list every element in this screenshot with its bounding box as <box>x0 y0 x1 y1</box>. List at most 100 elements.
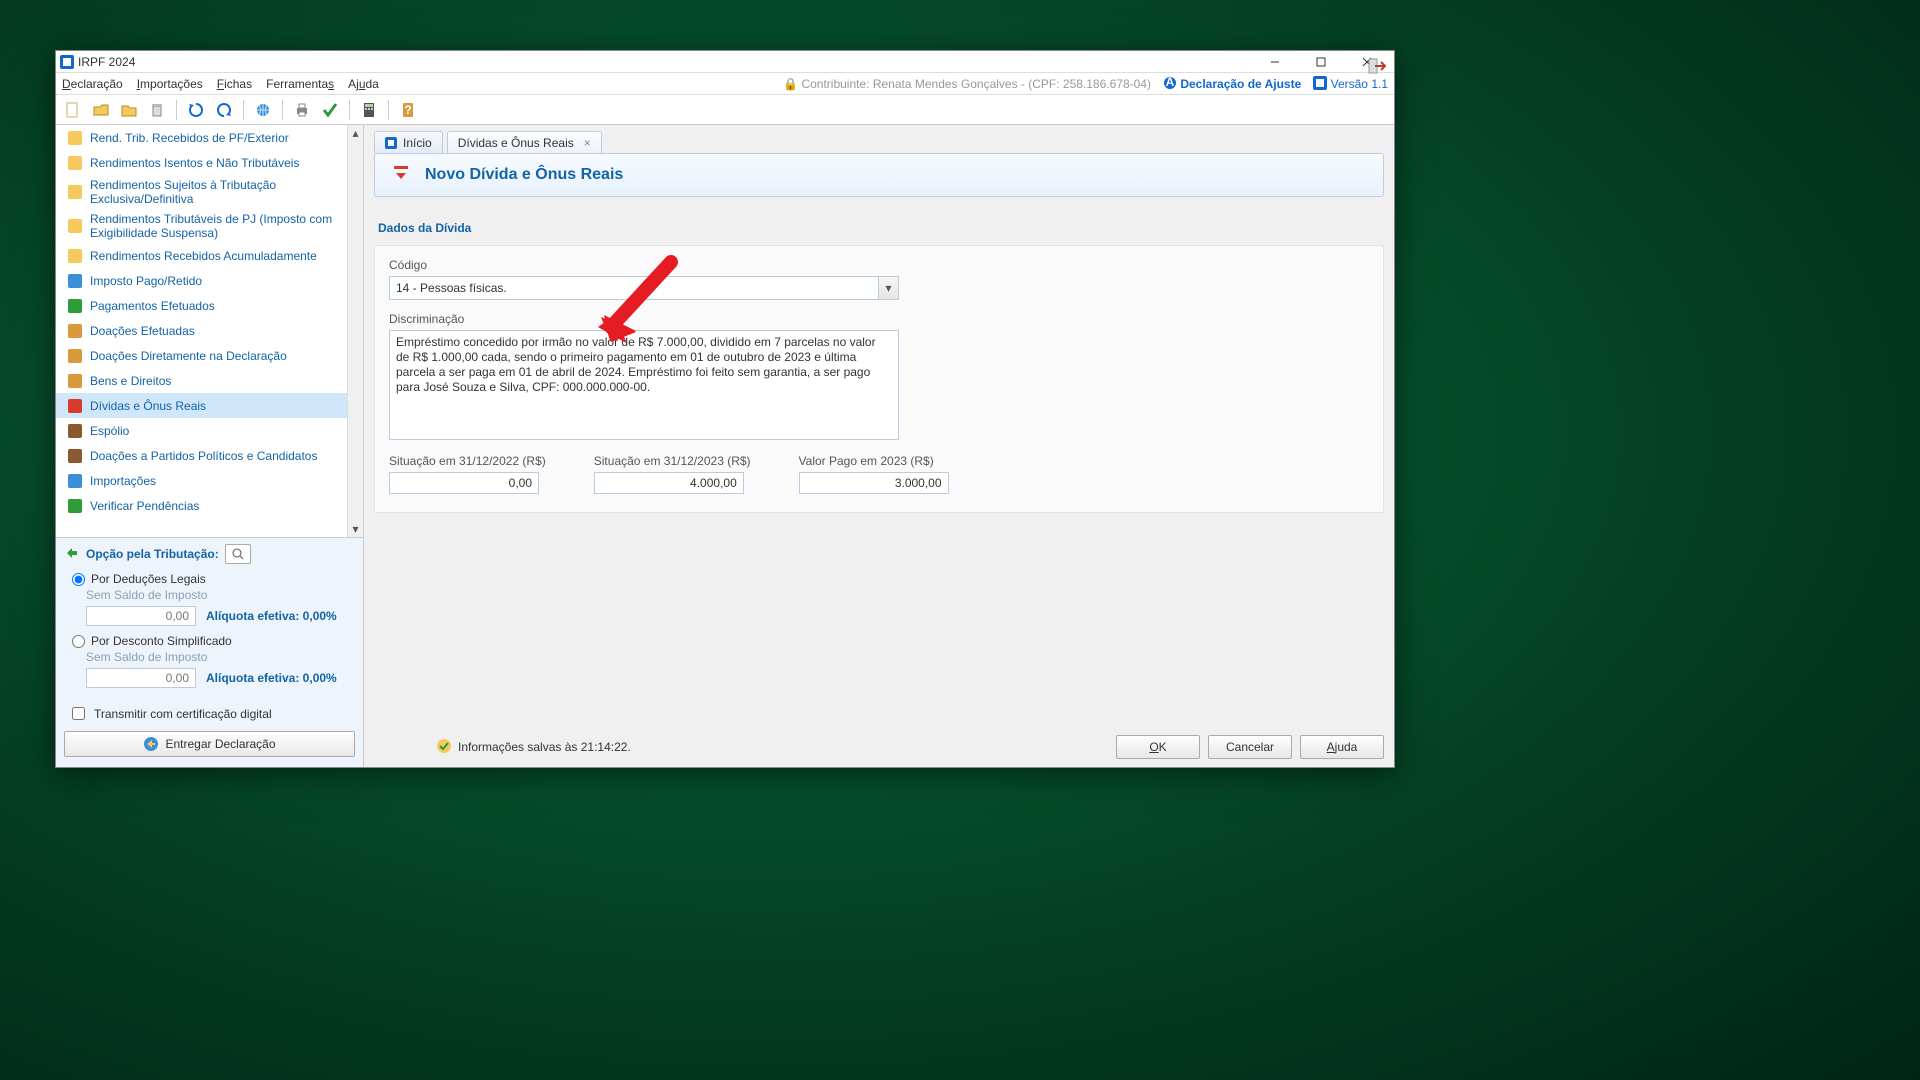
col1-input[interactable] <box>389 472 539 494</box>
tb-exit-icon[interactable] <box>1366 55 1388 77</box>
lock-icon: 🔒 <box>783 77 798 91</box>
menu-importacoes[interactable]: Importações <box>137 77 203 91</box>
aliquota-1: Alíquota efetiva: 0,00% <box>206 609 337 623</box>
nav-label-7: Doações Efetuadas <box>90 324 195 338</box>
sidebar-item-9[interactable]: Bens e Direitos <box>56 368 347 393</box>
nav-label-8: Doações Diretamente na Declaração <box>90 349 287 363</box>
sidebar-item-5[interactable]: Imposto Pago/Retido <box>56 268 347 293</box>
tax-option-box: Opção pela Tributação: Por Deduções Lega… <box>56 537 363 767</box>
form-panel: Código 14 - Pessoas físicas. ▾ Discrimin… <box>374 245 1384 513</box>
tb-calc-icon[interactable] <box>358 99 380 121</box>
sidebar-item-13[interactable]: Importações <box>56 468 347 493</box>
tb-backup-icon[interactable] <box>213 99 235 121</box>
value-simplificado[interactable] <box>86 668 196 688</box>
menu-declaracao[interactable]: Declaração <box>62 77 123 91</box>
nav-icon-5 <box>66 272 84 290</box>
nav-label-12: Doações a Partidos Políticos e Candidato… <box>90 449 317 463</box>
col3-input[interactable] <box>799 472 949 494</box>
tb-help-icon[interactable]: ? <box>397 99 419 121</box>
value-deducoes[interactable] <box>86 606 196 626</box>
tax-toggle-icon[interactable] <box>64 545 80 564</box>
radio-deducoes[interactable]: Por Deduções Legais <box>72 572 355 586</box>
nav-icon-9 <box>66 372 84 390</box>
nav-scrollbar[interactable]: ▴ ▾ <box>347 125 363 537</box>
col2-label: Situação em 31/12/2023 (R$) <box>594 454 751 468</box>
svg-text:A: A <box>1166 75 1175 89</box>
tb-globe-icon[interactable] <box>252 99 274 121</box>
col3-label: Valor Pago em 2023 (R$) <box>799 454 949 468</box>
no-balance-1: Sem Saldo de Imposto <box>86 588 355 602</box>
radio-deducoes-input[interactable] <box>72 573 85 586</box>
menu-ajuda[interactable]: Ajuda <box>348 77 379 91</box>
scroll-up-icon[interactable]: ▴ <box>348 125 363 141</box>
tax-title: Opção pela Tributação: <box>86 547 219 561</box>
tb-restore-icon[interactable] <box>185 99 207 121</box>
nav-label-6: Pagamentos Efetuados <box>90 299 215 313</box>
body: Rend. Trib. Recebidos de PF/Exterior Rend… <box>56 125 1394 767</box>
transmit-checkbox[interactable]: Transmitir com certificação digital <box>68 704 355 723</box>
tb-print-icon[interactable] <box>291 99 313 121</box>
tax-search-button[interactable] <box>225 544 251 564</box>
menu-fichas[interactable]: Fichas <box>217 77 252 91</box>
codigo-select[interactable]: 14 - Pessoas físicas. ▾ <box>389 276 899 300</box>
sidebar-item-3[interactable]: Rendimentos Tributáveis de PJ (Imposto c… <box>56 209 347 243</box>
sidebar-item-14[interactable]: Verificar Pendências <box>56 493 347 518</box>
banner-debt-icon <box>389 163 413 187</box>
nav-label-0: Rend. Trib. Recebidos de PF/Exterior <box>90 131 289 145</box>
tab-inicio[interactable]: Início <box>374 131 443 153</box>
radio-simplificado[interactable]: Por Desconto Simplificado <box>72 634 355 648</box>
scroll-down-icon[interactable]: ▾ <box>348 521 363 537</box>
tb-check-icon[interactable] <box>319 99 341 121</box>
nav-label-5: Imposto Pago/Retido <box>90 274 202 288</box>
nav-label-13: Importações <box>90 474 156 488</box>
minimize-button[interactable] <box>1252 51 1298 73</box>
nav-icon-8 <box>66 347 84 365</box>
tb-open-icon[interactable] <box>90 99 112 121</box>
declaracao-ajuste[interactable]: A Declaração de Ajuste <box>1163 76 1301 91</box>
nav-label-1: Rendimentos Isentos e Não Tributáveis <box>90 156 299 170</box>
help-button[interactable]: Ajuda <box>1300 735 1384 759</box>
nav-icon-6 <box>66 297 84 315</box>
tb-new-icon[interactable] <box>62 99 84 121</box>
col2-input[interactable] <box>594 472 744 494</box>
nav-icon-12 <box>66 447 84 465</box>
radio-simplificado-input[interactable] <box>72 635 85 648</box>
sidebar-item-2[interactable]: Rendimentos Sujeitos à Tributação Exclus… <box>56 175 347 209</box>
dropdown-icon[interactable]: ▾ <box>878 277 898 299</box>
nav-icon-4 <box>66 247 84 265</box>
status-ok-icon <box>436 738 452 757</box>
statusbar: Informações salvas às 21:14:22. OK Cance… <box>436 735 1384 759</box>
nav-icon-0 <box>66 129 84 147</box>
discriminacao-textarea[interactable]: Empréstimo concedido por irmão no valor … <box>389 330 899 440</box>
menu-ferramentas[interactable]: Ferramentas <box>266 77 334 91</box>
form-wrap: Dados da Dívida Código 14 - Pessoas físi… <box>374 221 1384 513</box>
maximize-button[interactable] <box>1298 51 1344 73</box>
sidebar-item-11[interactable]: Espólio <box>56 418 347 443</box>
deliver-button[interactable]: Entregar Declaração <box>64 731 355 757</box>
tab-close-icon[interactable]: × <box>584 136 591 150</box>
menubar: Declaração Importações Fichas Ferramenta… <box>56 73 1394 95</box>
nav-list: Rend. Trib. Recebidos de PF/Exterior Rend… <box>56 125 363 537</box>
sidebar-item-6[interactable]: Pagamentos Efetuados <box>56 293 347 318</box>
window-title: IRPF 2024 <box>78 55 135 69</box>
sidebar-item-4[interactable]: Rendimentos Recebidos Acumuladamente <box>56 243 347 268</box>
contribuinte-info: 🔒 Contribuinte: Renata Mendes Gonçalves … <box>783 77 1151 91</box>
nav-label-14: Verificar Pendências <box>90 499 199 513</box>
sidebar-item-10[interactable]: Dívidas e Ônus Reais <box>56 393 347 418</box>
nav-label-3: Rendimentos Tributáveis de PJ (Imposto c… <box>90 212 341 240</box>
ok-button[interactable]: OK <box>1116 735 1200 759</box>
tb-trash-icon[interactable] <box>146 99 168 121</box>
sidebar-item-0[interactable]: Rend. Trib. Recebidos de PF/Exterior <box>56 125 347 150</box>
sidebar-item-1[interactable]: Rendimentos Isentos e Não Tributáveis <box>56 150 347 175</box>
sidebar-item-7[interactable]: Doações Efetuadas <box>56 318 347 343</box>
codigo-value: 14 - Pessoas físicas. <box>396 281 507 295</box>
nav-icon-3 <box>66 217 84 235</box>
tab-dividas[interactable]: Dívidas e Ônus Reais × <box>447 131 602 153</box>
sidebar-item-12[interactable]: Doações a Partidos Políticos e Candidato… <box>56 443 347 468</box>
discriminacao-label: Discriminação <box>389 312 1369 326</box>
tb-folder-icon[interactable] <box>118 99 140 121</box>
aliquota-2: Alíquota efetiva: 0,00% <box>206 671 337 685</box>
cancel-button[interactable]: Cancelar <box>1208 735 1292 759</box>
sidebar-item-8[interactable]: Doações Diretamente na Declaração <box>56 343 347 368</box>
transmit-checkbox-input[interactable] <box>72 707 85 720</box>
